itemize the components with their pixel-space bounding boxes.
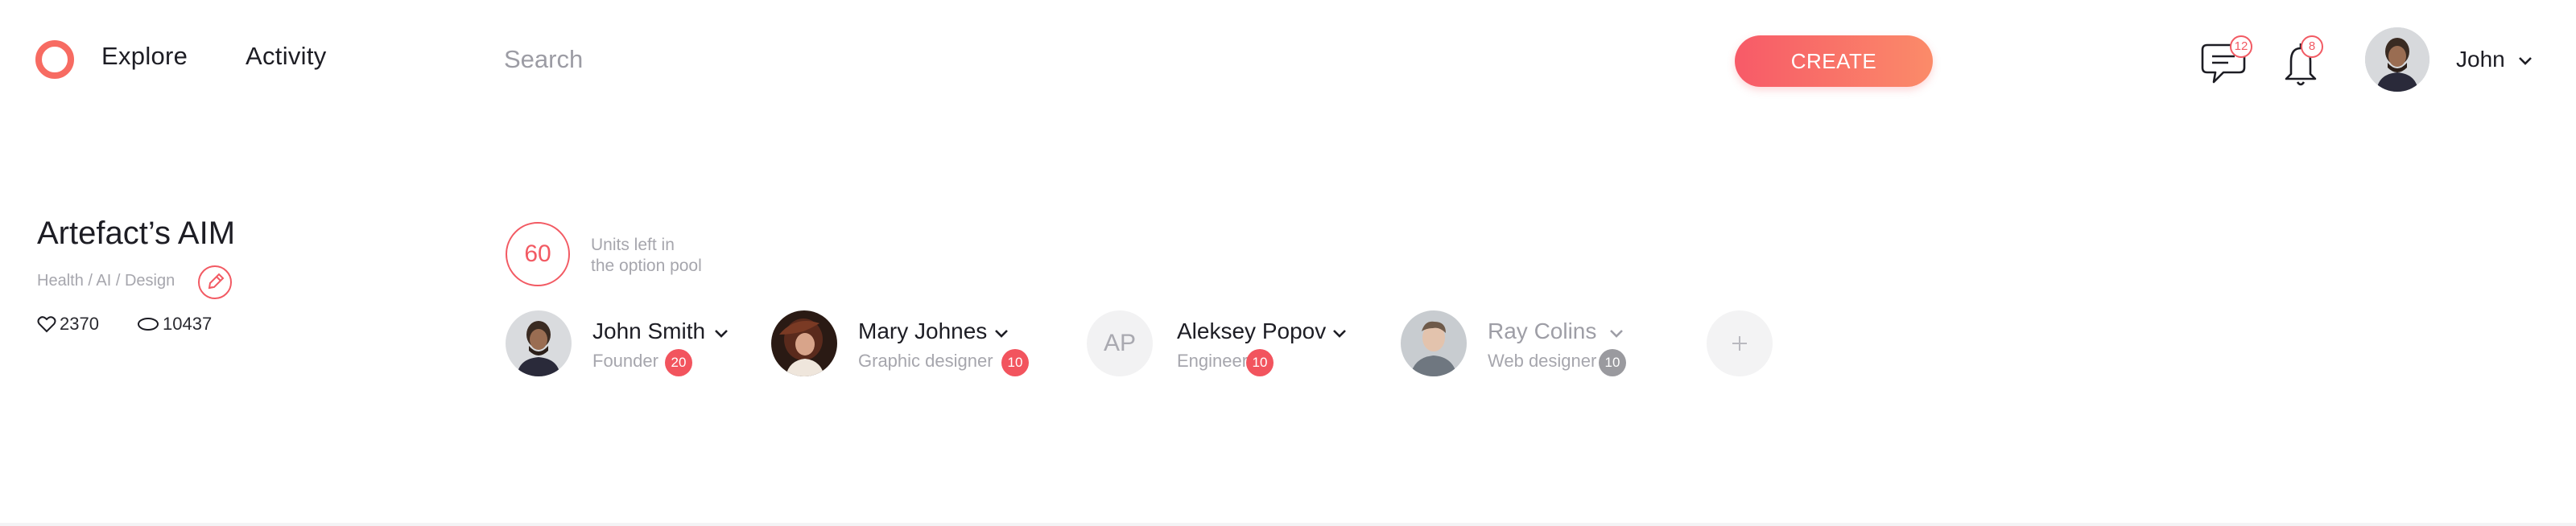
pencil-icon bbox=[208, 273, 225, 290]
member-name: Mary Johnes bbox=[858, 318, 988, 343]
avatar-initials: AP bbox=[1087, 310, 1153, 376]
create-button[interactable]: CREATE bbox=[1735, 35, 1933, 87]
views-stat: 10437 bbox=[137, 314, 212, 335]
eye-icon bbox=[138, 318, 159, 331]
member-role: Founder bbox=[592, 351, 658, 371]
chevron-down-icon[interactable] bbox=[1331, 325, 1348, 341]
avatar bbox=[771, 310, 837, 376]
member-name: Aleksey Popov bbox=[1177, 318, 1327, 343]
member-role: Web designer bbox=[1488, 351, 1597, 371]
avatar bbox=[506, 310, 572, 376]
member-name: Ray Colins bbox=[1488, 318, 1597, 343]
likes-stat: 2370 bbox=[37, 314, 99, 335]
member-units-badge: 10 bbox=[1001, 349, 1029, 376]
chevron-down-icon[interactable] bbox=[1608, 325, 1624, 341]
member-name: John Smith bbox=[592, 318, 706, 343]
edit-project-button[interactable] bbox=[198, 265, 232, 299]
messages-count-badge: 12 bbox=[2230, 35, 2252, 58]
ring-logo-icon[interactable] bbox=[35, 40, 74, 79]
plus-icon bbox=[1732, 336, 1747, 351]
avatar[interactable] bbox=[2365, 27, 2429, 92]
avatar bbox=[1401, 310, 1467, 376]
nav-explore[interactable]: Explore bbox=[101, 42, 188, 71]
add-member-button[interactable] bbox=[1707, 310, 1773, 376]
notifications-count-badge: 8 bbox=[2301, 35, 2323, 58]
notifications-button[interactable]: 8 bbox=[2275, 35, 2331, 92]
user-name[interactable]: John bbox=[2456, 47, 2505, 72]
messages-button[interactable]: 12 bbox=[2196, 35, 2252, 92]
divider bbox=[0, 523, 2576, 526]
project-title: Artefact’s AIM bbox=[37, 216, 236, 251]
units-left-label: Units left in the option pool bbox=[591, 235, 768, 277]
likes-count: 2370 bbox=[60, 314, 99, 334]
user-photo bbox=[2365, 27, 2429, 92]
chevron-down-icon[interactable] bbox=[993, 325, 1009, 341]
units-label-line1: Units left in bbox=[591, 236, 675, 254]
chevron-down-icon[interactable] bbox=[713, 325, 729, 341]
units-left-circle: 60 bbox=[506, 222, 570, 286]
member-role: Engineer bbox=[1177, 351, 1249, 371]
search-input[interactable] bbox=[504, 39, 1067, 80]
member-units-badge: 10 bbox=[1599, 349, 1626, 376]
member-units-badge: 20 bbox=[665, 349, 692, 376]
units-label-line2: the option pool bbox=[591, 257, 702, 275]
top-bar: Explore Activity CREATE 12 8 John bbox=[0, 0, 2576, 121]
heart-icon bbox=[37, 316, 56, 333]
member-role: Graphic designer bbox=[858, 351, 993, 371]
member-units-badge: 10 bbox=[1246, 349, 1274, 376]
views-count: 10437 bbox=[163, 314, 213, 334]
nav-activity[interactable]: Activity bbox=[246, 42, 327, 71]
chevron-down-icon[interactable] bbox=[2516, 51, 2534, 69]
project-tags: Health / AI / Design bbox=[37, 272, 175, 290]
